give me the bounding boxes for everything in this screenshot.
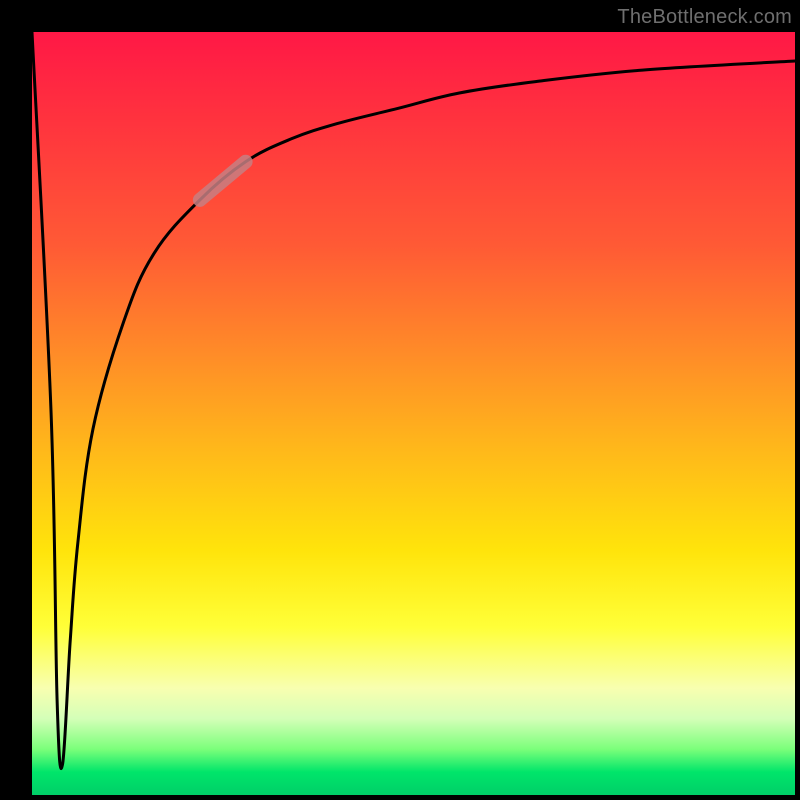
plot-area [32,32,795,795]
curve-layer [32,32,795,795]
curve-path [32,32,795,769]
marker-band [200,162,246,200]
chart-frame: TheBottleneck.com [0,0,800,800]
watermark-text: TheBottleneck.com [617,6,792,29]
